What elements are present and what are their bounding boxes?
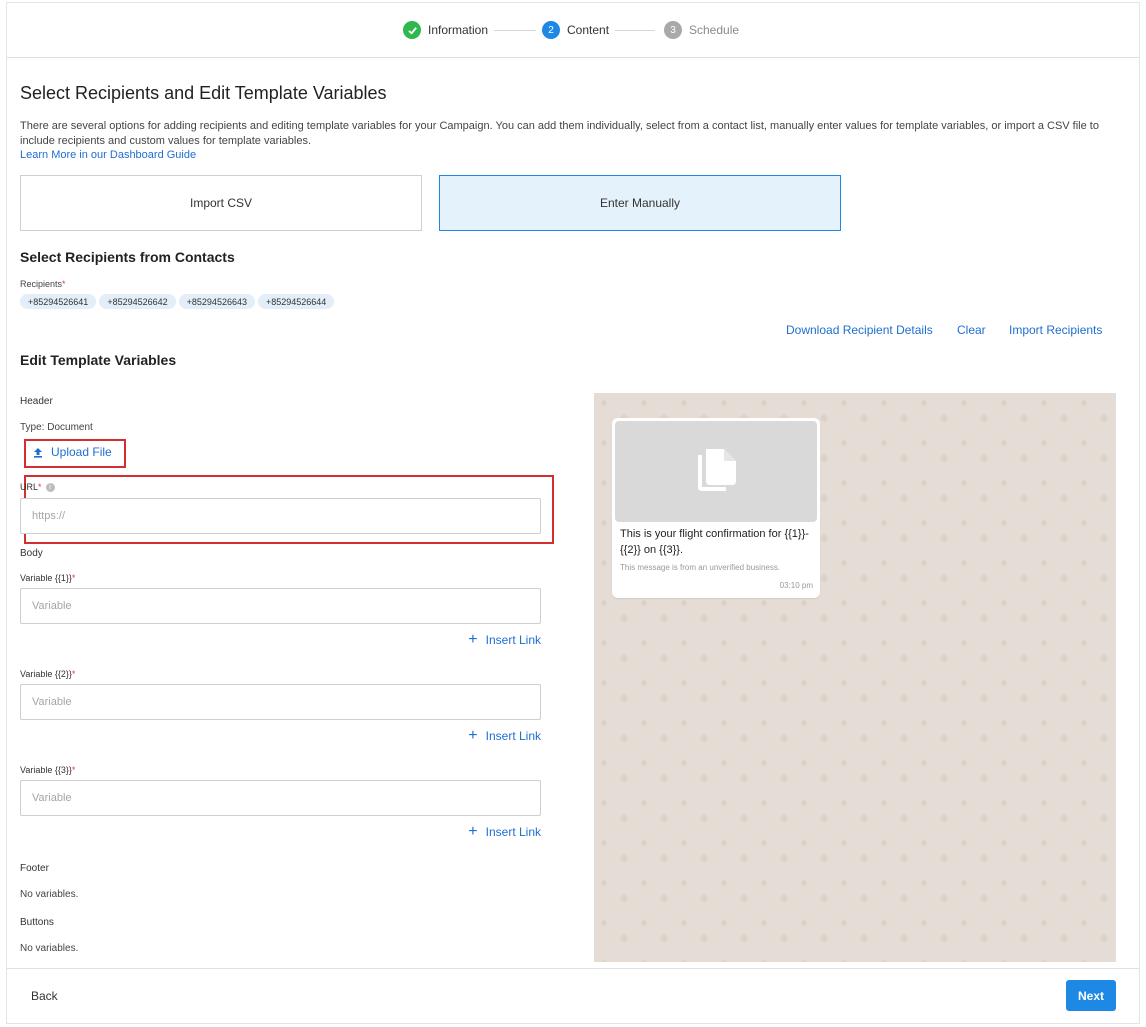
back-button[interactable]: Back: [31, 989, 58, 1003]
insert-link-button[interactable]: + Insert Link: [468, 631, 541, 648]
info-icon[interactable]: i: [45, 483, 55, 493]
variable-2-input[interactable]: [20, 684, 541, 720]
step-label: Schedule: [689, 23, 740, 37]
recipient-chip[interactable]: +85294526641: [20, 294, 97, 309]
recipients-heading: Select Recipients from Contacts: [20, 249, 235, 265]
variable-label-text: Variable {{3}}: [20, 765, 72, 775]
message-bubble: This is your flight confirmation for {{1…: [612, 418, 820, 598]
buttons-value: No variables.: [20, 943, 79, 954]
buttons-label: Buttons: [20, 917, 54, 928]
message-preview: This is your flight confirmation for {{1…: [594, 393, 1116, 962]
required-mark: *: [71, 573, 76, 583]
message-time: 03:10 pm: [779, 581, 813, 590]
import-csv-option[interactable]: Import CSV: [20, 175, 422, 231]
step-content[interactable]: 2 Content: [542, 21, 609, 39]
recipient-chip[interactable]: +85294526643: [178, 294, 255, 309]
dashboard-guide-link[interactable]: Learn More in our Dashboard Guide: [20, 149, 196, 161]
step-schedule[interactable]: 3 Schedule: [664, 21, 739, 39]
variable-2-label: Variable {{2}}*: [20, 669, 75, 679]
plus-icon: +: [468, 727, 478, 744]
page-description: There are several options for adding rec…: [20, 120, 1099, 147]
insert-link-label: Insert Link: [485, 633, 541, 647]
insert-link-label: Insert Link: [485, 825, 541, 839]
footer-value: No variables.: [20, 889, 79, 900]
step-information[interactable]: Information: [403, 21, 488, 39]
upload-file-button[interactable]: Upload File: [33, 445, 112, 459]
stepper: Information 2 Content 3 Schedule: [7, 3, 1139, 58]
variable-1-label: Variable {{1}}*: [20, 573, 75, 583]
message-text: This is your flight confirmation for {{1…: [620, 528, 809, 556]
recipient-chip[interactable]: +85294526642: [99, 294, 176, 309]
step-connector: [494, 30, 536, 31]
download-recipient-details-button[interactable]: Download Recipient Details: [786, 323, 933, 337]
campaign-content-page: Information 2 Content 3 Schedule Select …: [6, 2, 1140, 1024]
check-icon: [403, 21, 421, 39]
insert-link-row: + Insert Link: [20, 631, 541, 649]
insert-link-row: + Insert Link: [20, 727, 541, 745]
variable-label-text: Variable {{1}}: [20, 573, 72, 583]
required-mark: *: [62, 279, 66, 289]
header-label: Header: [20, 396, 53, 407]
insert-link-label: Insert Link: [485, 729, 541, 743]
upload-icon: [33, 447, 43, 458]
required-mark: *: [71, 765, 76, 775]
step-label: Content: [567, 23, 610, 37]
url-label-text: URL: [20, 482, 39, 492]
document-placeholder: [615, 421, 817, 522]
required-mark: *: [38, 482, 42, 492]
required-mark: *: [71, 669, 76, 679]
recipient-chip[interactable]: +85294526644: [257, 294, 335, 309]
variable-label-text: Variable {{2}}: [20, 669, 72, 679]
insert-link-button[interactable]: + Insert Link: [468, 727, 541, 744]
footer-divider: [7, 968, 1139, 969]
variable-3-input[interactable]: [20, 780, 541, 816]
import-recipients-button[interactable]: Import Recipients: [1009, 323, 1102, 337]
footer-label: Footer: [20, 863, 49, 874]
unverified-note: This message is from an unverified busin…: [620, 563, 781, 572]
plus-icon: +: [468, 823, 478, 840]
step-number: 2: [542, 21, 560, 39]
recipients-label-text: Recipients: [20, 279, 63, 289]
variable-1-input[interactable]: [20, 588, 541, 624]
clear-button[interactable]: Clear: [957, 323, 986, 337]
body-label: Body: [20, 548, 43, 559]
variable-3-label: Variable {{3}}*: [20, 765, 75, 775]
insert-link-button[interactable]: + Insert Link: [468, 823, 541, 840]
document-icon: [690, 443, 742, 500]
next-button[interactable]: Next: [1066, 980, 1116, 1011]
template-variables-heading: Edit Template Variables: [20, 352, 177, 368]
step-number: 3: [664, 21, 682, 39]
step-label: Information: [428, 23, 489, 37]
plus-icon: +: [468, 631, 478, 648]
header-type: Type: Document: [20, 422, 93, 433]
upload-file-label: Upload File: [51, 445, 112, 459]
page-title: Select Recipients and Edit Template Vari…: [20, 83, 387, 103]
recipient-chips: +85294526641 +85294526642 +85294526643 +…: [20, 294, 335, 309]
step-connector: [615, 30, 655, 31]
url-label: URL* i: [20, 482, 55, 493]
enter-manually-option[interactable]: Enter Manually: [439, 175, 841, 231]
recipients-label: Recipients*: [20, 279, 66, 289]
insert-link-row: + Insert Link: [20, 823, 541, 841]
url-input[interactable]: [20, 498, 541, 534]
